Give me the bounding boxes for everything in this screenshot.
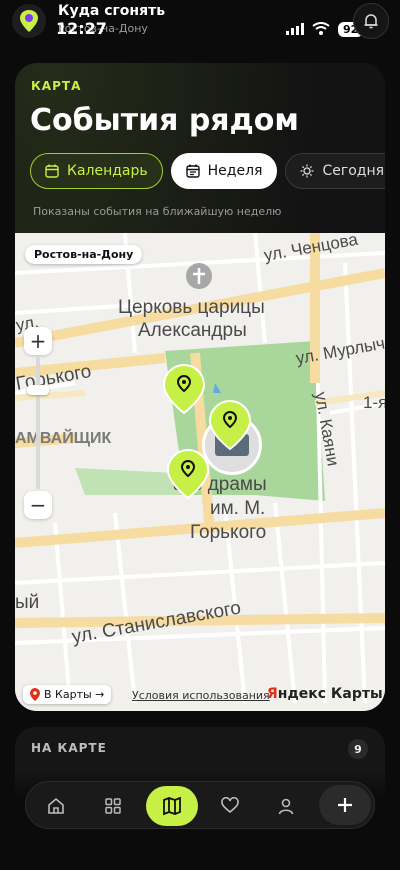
map-label: им. М. xyxy=(210,498,265,519)
chip-calendar[interactable]: Календарь xyxy=(30,153,163,189)
section-kicker: КАРТА xyxy=(31,79,82,93)
map-label: ый xyxy=(15,592,39,613)
zoom-track[interactable] xyxy=(36,357,40,489)
map-footer: В Карты → Условия использования Яндекс К… xyxy=(15,683,385,711)
section-title: НА КАРТЕ xyxy=(31,741,107,755)
status-time: 12:27 xyxy=(56,19,107,38)
bottom-nav xyxy=(25,781,375,829)
nav-catalog[interactable] xyxy=(93,786,133,826)
nav-home[interactable] xyxy=(36,786,76,826)
signal-icon xyxy=(286,20,304,39)
map-label: Александры xyxy=(138,320,247,341)
chip-label: Календарь xyxy=(67,163,148,179)
calendar-icon xyxy=(45,164,59,178)
add-event-button[interactable] xyxy=(319,785,371,825)
nav-map[interactable] xyxy=(146,786,198,826)
map-city-label: Ростов-на-Дону xyxy=(25,245,143,264)
app-title: Куда сгонять xyxy=(58,3,166,19)
map-label: ул. Станиславского xyxy=(70,597,242,647)
status-icons: 92 xyxy=(286,20,364,39)
status-bar: Куда сгонять Ростов-на-Дону 12:27 92 xyxy=(0,0,400,52)
chip-label: Неделя xyxy=(207,163,263,179)
nav-favorites[interactable] xyxy=(210,786,250,826)
map-label: Горького xyxy=(190,522,266,543)
map-card: КАРТА События рядом Календарь Неделя Сег… xyxy=(15,63,385,711)
page-title: События рядом xyxy=(30,103,299,138)
zoom-out-button[interactable]: − xyxy=(24,491,52,519)
map-icon xyxy=(163,796,181,816)
open-in-maps-button[interactable]: В Карты → xyxy=(23,685,112,704)
zoom-control: + − xyxy=(24,327,52,519)
wifi-icon xyxy=(312,20,330,39)
notifications-button[interactable] xyxy=(353,3,389,39)
map-view[interactable]: ул. Ченцова Церковь царицы Александры ул… xyxy=(15,233,385,711)
location-pin-icon xyxy=(30,688,40,701)
heart-icon xyxy=(221,797,239,814)
zoom-in-button[interactable]: + xyxy=(24,327,52,355)
profile-icon xyxy=(278,798,294,815)
grid-icon xyxy=(105,798,121,814)
map-label: 1-я xyxy=(363,393,385,412)
nav-profile[interactable] xyxy=(266,786,306,826)
filter-chips: Календарь Неделя Сегодня xyxy=(30,153,385,189)
zoom-handle[interactable] xyxy=(27,385,49,395)
map-label: ул. Мурлыч xyxy=(294,334,385,368)
event-pin[interactable] xyxy=(162,363,206,415)
yandex-maps-logo: Яндекс Карты xyxy=(267,686,383,702)
plus-icon xyxy=(338,798,352,812)
map-label: ул. Ченцова xyxy=(262,233,359,265)
chip-today[interactable]: Сегодня xyxy=(285,153,385,189)
map-label: ул. Каяни xyxy=(311,390,343,467)
bell-icon xyxy=(364,14,378,29)
filter-hint: Показаны события на ближайшую неделю xyxy=(33,205,282,218)
chip-week[interactable]: Неделя xyxy=(170,153,278,189)
event-pin[interactable] xyxy=(166,448,210,500)
count-badge: 9 xyxy=(348,739,368,759)
home-icon xyxy=(48,797,64,814)
open-in-maps-label: В Карты → xyxy=(44,688,105,701)
chip-label: Сегодня xyxy=(322,163,385,179)
map-label: Церковь царицы xyxy=(118,297,265,318)
sun-icon xyxy=(300,164,314,178)
calendar-icon xyxy=(185,164,200,178)
terms-link[interactable]: Условия использования xyxy=(132,689,270,702)
app-logo-icon xyxy=(12,4,46,38)
event-pin[interactable] xyxy=(208,399,252,451)
